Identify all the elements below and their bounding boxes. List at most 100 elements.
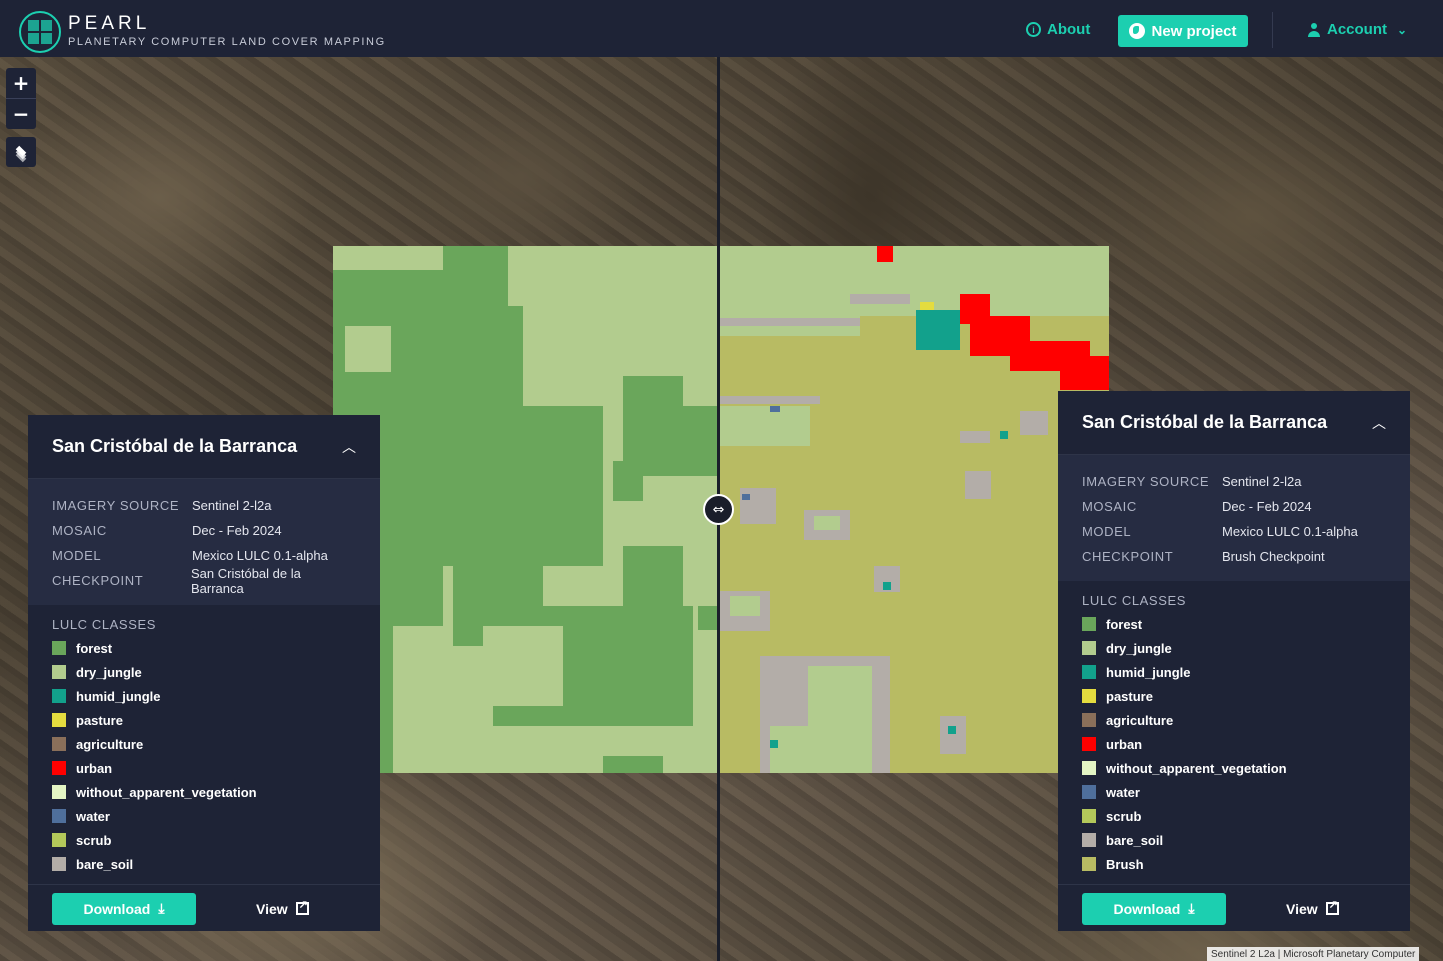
class-item: scrub [1082, 804, 1386, 828]
classes-title: LULC CLASSES [1082, 593, 1187, 608]
meta-key: MOSAIC [52, 523, 107, 538]
class-swatch [1082, 713, 1096, 727]
class-label: pasture [76, 712, 123, 728]
lulc-overlay-right [720, 246, 1109, 773]
class-swatch [1082, 641, 1096, 655]
about-label: About [1047, 21, 1091, 38]
header-divider [1272, 12, 1273, 48]
class-item: bare_soil [52, 852, 356, 876]
panel-header[interactable]: San Cristóbal de la Barranca ︿ [1058, 391, 1410, 455]
class-label: urban [1106, 736, 1143, 752]
class-swatch [1082, 833, 1096, 847]
class-swatch [52, 713, 66, 727]
chevron-up-icon[interactable]: ︿ [1372, 413, 1386, 433]
panel-title: San Cristóbal de la Barranca [52, 436, 298, 456]
class-swatch [52, 785, 66, 799]
panel-header[interactable]: San Cristóbal de la Barranca ︿ [28, 415, 380, 479]
top-navbar: PEARL PLANETARY COMPUTER LAND COVER MAPP… [0, 0, 1443, 57]
meta-row-checkpoint: CHECKPOINT Brush Checkpoint [1082, 544, 1386, 569]
class-label: agriculture [76, 736, 144, 752]
class-label: humid_jungle [1106, 664, 1191, 680]
meta-value: Dec - Feb 2024 [192, 523, 282, 538]
class-item: urban [1082, 732, 1386, 756]
class-label: forest [76, 640, 113, 656]
layers-button[interactable] [6, 137, 36, 167]
download-label: Download [83, 900, 151, 917]
chevron-down-icon: ⌄ [1397, 22, 1408, 37]
class-item: urban [52, 756, 356, 780]
download-button[interactable]: Download ⤓ [1082, 892, 1226, 925]
meta-key: IMAGERY SOURCE [52, 498, 180, 513]
meta-value: Dec - Feb 2024 [1222, 499, 1312, 514]
swipe-handle-icon[interactable]: ⇔ [703, 494, 734, 525]
external-link-icon [295, 898, 309, 915]
meta-key: MOSAIC [1082, 499, 1137, 514]
about-link[interactable]: i About [1026, 21, 1090, 38]
view-link[interactable]: View [1286, 898, 1339, 917]
view-label: View [1286, 900, 1318, 917]
class-item: scrub [52, 828, 356, 852]
account-menu[interactable]: Account ⌄ [1307, 21, 1407, 38]
zoom-control: + − [6, 68, 36, 129]
pearl-logo-icon[interactable] [19, 11, 61, 53]
meta-key: MODEL [1082, 524, 1132, 539]
class-swatch [52, 809, 66, 823]
meta-key: CHECKPOINT [52, 573, 144, 588]
brand-subtitle: PLANETARY COMPUTER LAND COVER MAPPING [68, 36, 386, 48]
panel-title: San Cristóbal de la Barranca [1082, 412, 1328, 432]
class-item: humid_jungle [52, 684, 356, 708]
account-label: Account [1327, 21, 1387, 38]
meta-value: Mexico LULC 0.1-alpha [192, 548, 328, 563]
lulc-classes-list: LULC CLASSES forest dry_jungle humid_jun… [28, 605, 380, 876]
meta-row-model: MODEL Mexico LULC 0.1-alpha [52, 543, 356, 568]
zoom-out-button[interactable]: − [6, 99, 36, 129]
class-item: forest [1082, 612, 1386, 636]
meta-key: CHECKPOINT [1082, 549, 1174, 564]
class-item: without_apparent_vegetation [1082, 756, 1386, 780]
globe-icon [1129, 23, 1146, 39]
class-item: agriculture [52, 732, 356, 756]
new-project-button[interactable]: New project [1118, 15, 1248, 47]
class-item: dry_jungle [1082, 636, 1386, 660]
class-swatch [1082, 761, 1096, 775]
chevron-up-icon[interactable]: ︿ [342, 437, 356, 457]
class-item: humid_jungle [1082, 660, 1386, 684]
class-label: dry_jungle [76, 664, 142, 680]
download-icon: ⤓ [1188, 900, 1195, 916]
meta-row-model: MODEL Mexico LULC 0.1-alpha [1082, 519, 1386, 544]
lulc-overlay-left [333, 246, 718, 773]
class-swatch [52, 761, 66, 775]
class-label: bare_soil [1106, 832, 1164, 848]
class-item: forest [52, 636, 356, 660]
download-label: Download [1113, 900, 1181, 917]
class-label: urban [76, 760, 113, 776]
class-label: Brush [1106, 856, 1144, 872]
class-label: scrub [1106, 808, 1142, 824]
new-project-label: New project [1151, 22, 1237, 40]
class-label: pasture [1106, 688, 1153, 704]
panel-metadata: IMAGERY SOURCE Sentinel 2-l2a MOSAIC Dec… [1058, 455, 1410, 581]
class-item: bare_soil [1082, 828, 1386, 852]
class-label: humid_jungle [76, 688, 161, 704]
class-label: forest [1106, 616, 1143, 632]
class-item: water [1082, 780, 1386, 804]
meta-key: IMAGERY SOURCE [1082, 474, 1210, 489]
view-link[interactable]: View [256, 898, 309, 917]
lulc-classes-list: LULC CLASSES forest dry_jungle humid_jun… [1058, 581, 1410, 876]
view-label: View [256, 900, 288, 917]
map-attribution: Sentinel 2 L2a | Microsoft Planetary Com… [1207, 947, 1420, 961]
download-button[interactable]: Download ⤓ [52, 892, 196, 925]
download-icon: ⤓ [158, 900, 165, 916]
class-item: without_apparent_vegetation [52, 780, 356, 804]
user-icon [1307, 22, 1321, 37]
class-swatch [1082, 857, 1096, 871]
right-checkpoint-panel: San Cristóbal de la Barranca ︿ IMAGERY S… [1058, 391, 1410, 931]
panel-footer: Download ⤓ View [28, 884, 380, 932]
class-swatch [1082, 809, 1096, 823]
class-item: agriculture [1082, 708, 1386, 732]
zoom-in-button[interactable]: + [6, 68, 36, 98]
class-swatch [52, 833, 66, 847]
class-swatch [1082, 737, 1096, 751]
class-item: water [52, 804, 356, 828]
class-label: without_apparent_vegetation [1106, 760, 1287, 776]
